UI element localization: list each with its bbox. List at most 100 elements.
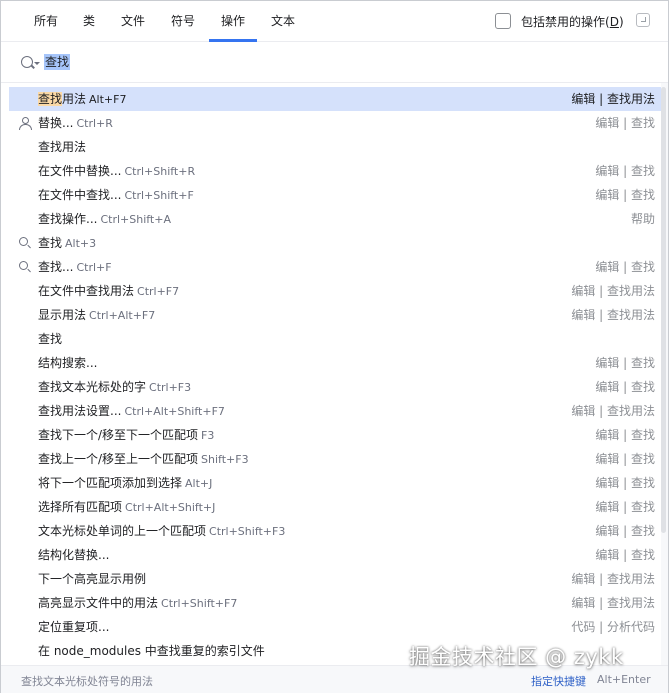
result-location: 帮助	[630, 212, 655, 226]
result-name: 查找用法 Alt+F7	[38, 92, 127, 106]
result-name: 查找上一个/移至上一个匹配项 Shift+F3	[38, 452, 249, 466]
search-text-selection: 查找	[44, 54, 71, 70]
result-row[interactable]: 在文件中查找... Ctrl+Shift+F 编辑 | 查找	[9, 183, 661, 207]
chevron-down-icon[interactable]	[34, 62, 40, 65]
result-location: 编辑 | 查找	[595, 260, 655, 274]
result-row[interactable]: 文本光标处单词的上一个匹配项 Ctrl+Shift+F3 编辑 | 查找	[9, 519, 661, 543]
result-shortcut: Alt+3	[65, 237, 97, 250]
result-location: 编辑 | 查找	[595, 548, 655, 562]
tab-classes[interactable]: 类	[71, 1, 107, 41]
results-list: 查找用法 Alt+F7 编辑 | 查找用法 替换... Ctrl+R 编辑 | 查找 查找用…	[9, 87, 661, 663]
result-row[interactable]: 显示用法 Ctrl+Alt+F7 编辑 | 查找用法	[9, 303, 661, 327]
result-location: 编辑 | 查找用法	[571, 284, 655, 298]
result-name: 高亮显示文件中的用法 Ctrl+Shift+F7	[38, 596, 238, 610]
result-shortcut: Ctrl+F	[76, 261, 112, 274]
result-name: 文本光标处单词的上一个匹配项 Ctrl+Shift+F3	[38, 524, 286, 538]
search-icon	[19, 261, 28, 270]
tab-symbols[interactable]: 符号	[159, 1, 207, 41]
result-location: 编辑 | 查找	[595, 524, 655, 538]
result-row[interactable]: 结构搜索... 编辑 | 查找	[9, 351, 661, 375]
result-location: 编辑 | 查找用法	[571, 308, 655, 322]
result-shortcut: Alt+J	[185, 477, 213, 490]
result-location: 编辑 | 查找	[595, 476, 655, 490]
result-shortcut: Ctrl+Shift+F3	[209, 525, 286, 538]
result-location: 代码 | 分析代码	[571, 620, 655, 634]
tab-bar: 所有 类 文件 符号 操作 文本 包括禁用的操作(D)	[1, 1, 668, 42]
result-name: 在文件中替换... Ctrl+Shift+R	[38, 164, 196, 178]
result-row[interactable]: 高亮显示文件中的用法 Ctrl+Shift+F7 编辑 | 查找用法	[9, 591, 661, 615]
result-name: 在文件中查找... Ctrl+Shift+F	[38, 188, 194, 202]
result-row[interactable]: 结构化替换... 编辑 | 查找	[9, 543, 661, 567]
result-location: 编辑 | 查找	[595, 116, 655, 130]
result-row[interactable]: 在文件中查找用法 Ctrl+F7 编辑 | 查找用法	[9, 279, 661, 303]
result-shortcut: Ctrl+Alt+Shift+J	[125, 501, 216, 514]
result-row[interactable]: 定位重复项... 代码 | 分析代码	[9, 615, 661, 639]
result-shortcut: Ctrl+Alt+Shift+F7	[124, 405, 225, 418]
result-shortcut: Ctrl+Alt+F7	[89, 309, 156, 322]
result-name: 在文件中查找用法 Ctrl+F7	[38, 284, 180, 298]
result-name: 查找... Ctrl+F	[38, 260, 112, 274]
result-name: 查找用法设置... Ctrl+Alt+Shift+F7	[38, 404, 225, 418]
tab-actions[interactable]: 操作	[209, 1, 258, 42]
result-row[interactable]: 查找用法设置... Ctrl+Alt+Shift+F7 编辑 | 查找用法	[9, 399, 661, 423]
result-name: 查找下一个/移至下一个匹配项 F3	[38, 428, 215, 442]
result-row[interactable]: 查找操作... Ctrl+Shift+A 帮助	[9, 207, 661, 231]
include-disabled-toggle[interactable]: 包括禁用的操作(D)	[495, 12, 624, 30]
result-shortcut: Ctrl+Shift+F	[124, 189, 194, 202]
assign-shortcut-keys: Alt+Enter	[597, 673, 651, 686]
result-location: 编辑 | 查找	[595, 428, 655, 442]
result-row[interactable]: 替换... Ctrl+R 编辑 | 查找	[9, 111, 661, 135]
result-shortcut: Alt+F7	[89, 93, 127, 106]
assign-shortcut-link[interactable]: 指定快捷键	[531, 673, 586, 689]
result-row[interactable]: 查找用法 Alt+F7 编辑 | 查找用法	[9, 87, 661, 111]
result-location: 编辑 | 查找用法	[571, 92, 655, 106]
result-row[interactable]: 查找用法	[9, 135, 661, 159]
result-row[interactable]: 查找下一个/移至下一个匹配项 F3 编辑 | 查找	[9, 423, 661, 447]
result-location: 编辑 | 查找用法	[571, 404, 655, 418]
search-icon	[19, 237, 28, 246]
result-shortcut: Ctrl+F3	[149, 381, 192, 394]
result-location: 编辑 | 查找	[595, 500, 655, 514]
search-icon[interactable]	[21, 56, 33, 68]
result-location: 编辑 | 查找	[595, 188, 655, 202]
result-name: 查找 Alt+3	[38, 236, 97, 250]
tab-all[interactable]: 所有	[22, 1, 70, 41]
include-disabled-checkbox[interactable]	[495, 13, 511, 29]
result-name: 定位重复项...	[38, 620, 110, 634]
result-location: 编辑 | 查找	[595, 356, 655, 370]
result-name: 下一个高亮显示用例	[38, 572, 147, 586]
result-location: 编辑 | 查找用法	[571, 596, 655, 610]
match-highlight: 查找	[38, 92, 63, 106]
result-shortcut: Shift+F3	[201, 453, 249, 466]
result-row[interactable]: 查找 Alt+3	[9, 231, 661, 255]
scrollbar-thumb[interactable]	[661, 87, 666, 533]
result-shortcut: Ctrl+Shift+F7	[161, 597, 238, 610]
result-shortcut: F3	[201, 429, 215, 442]
result-name: 查找文本光标处的字 Ctrl+F3	[38, 380, 192, 394]
result-row[interactable]: 在文件中替换... Ctrl+Shift+R 编辑 | 查找	[9, 159, 661, 183]
result-row[interactable]: 查找上一个/移至上一个匹配项 Shift+F3 编辑 | 查找	[9, 447, 661, 471]
result-row[interactable]: 将下一个匹配项添加到选择 Alt+J 编辑 | 查找	[9, 471, 661, 495]
open-in-window-icon[interactable]	[636, 13, 650, 27]
result-shortcut: Ctrl+Shift+R	[124, 165, 196, 178]
footer-hint: 查找文本光标处符号的用法	[21, 675, 153, 688]
result-row[interactable]: 下一个高亮显示用例 编辑 | 查找用法	[9, 567, 661, 591]
search-everywhere-popup: 所有 类 文件 符号 操作 文本 包括禁用的操作(D) 查找 查找用法Alt+F…	[0, 0, 669, 693]
tab-files[interactable]: 文件	[109, 1, 157, 41]
footer-bar: 查找文本光标处符号的用法 指定快捷键 Alt+Enter	[1, 665, 668, 693]
result-location: 编辑 | 查找用法	[571, 572, 655, 586]
result-name: 在 node_modules 中查找重复的索引文件	[38, 644, 265, 658]
result-shortcut: Ctrl+R	[76, 117, 113, 130]
search-row: 查找	[1, 42, 668, 83]
result-name: 查找	[38, 332, 63, 346]
result-name: 将下一个匹配项添加到选择 Alt+J	[38, 476, 213, 490]
include-disabled-label: 包括禁用的操作(D)	[521, 14, 624, 29]
result-row[interactable]: 查找	[9, 327, 661, 351]
result-row[interactable]: 查找文本光标处的字 Ctrl+F3 编辑 | 查找	[9, 375, 661, 399]
result-row[interactable]: 选择所有匹配项 Ctrl+Alt+Shift+J 编辑 | 查找	[9, 495, 661, 519]
tab-text[interactable]: 文本	[259, 1, 307, 41]
result-name: 结构搜索...	[38, 356, 98, 370]
search-input[interactable]	[44, 53, 644, 71]
result-row[interactable]: 查找... Ctrl+F 编辑 | 查找	[9, 255, 661, 279]
result-row[interactable]: 在 node_modules 中查找重复的索引文件	[9, 639, 661, 663]
